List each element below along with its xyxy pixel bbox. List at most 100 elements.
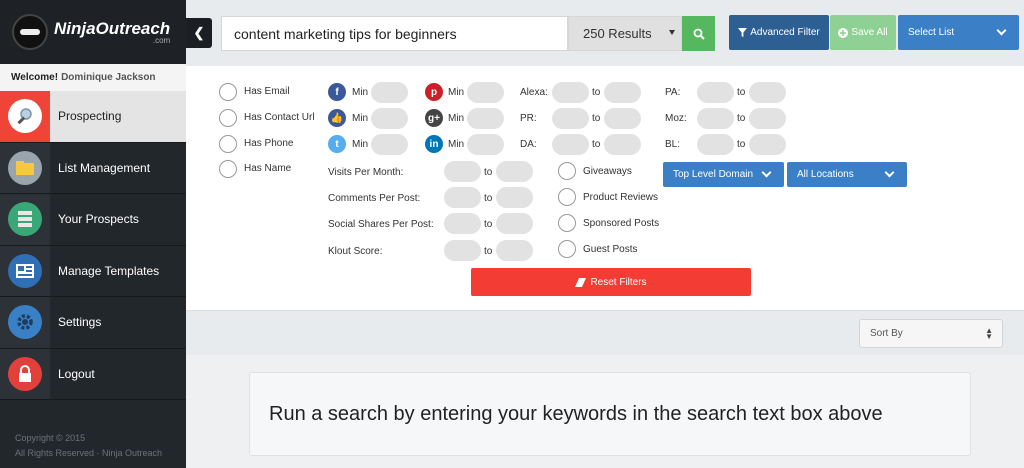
comments-min-input[interactable] [444, 187, 481, 208]
pa-min-input[interactable] [697, 82, 734, 103]
empty-state-message: Run a search by entering your keywords i… [249, 372, 971, 456]
magnifier-icon [8, 99, 42, 134]
logo[interactable]: NinjaOutreach .com [0, 0, 186, 64]
sponsored-posts-label: Sponsored Posts [583, 218, 660, 229]
guest-posts-radio[interactable] [558, 240, 576, 258]
reset-filters-button[interactable]: Reset Filters [471, 268, 751, 296]
twitter-min-input[interactable] [371, 134, 408, 155]
welcome-label: Welcome! [11, 72, 59, 83]
has-phone-radio[interactable] [219, 135, 237, 153]
sort-by-select[interactable]: Sort By ▲ ▼ [859, 319, 1003, 348]
shares-max-input[interactable] [496, 213, 533, 234]
shares-min-input[interactable] [444, 213, 481, 234]
sidebar-item-label: Prospecting [58, 109, 122, 124]
moz-label: Moz: [665, 113, 687, 124]
sidebar-item-label: Logout [58, 366, 95, 381]
caret-down-icon [669, 30, 675, 35]
advanced-filter-button[interactable]: Advanced Filter [729, 15, 829, 50]
facebook-likes-min-input[interactable] [371, 108, 408, 129]
ninja-logo-icon [12, 14, 48, 50]
sidebar-item-manage-templates[interactable]: Manage Templates [0, 245, 186, 297]
pr-label: PR: [520, 113, 537, 124]
save-all-button[interactable]: Save All [830, 15, 896, 50]
sidebar-item-logout[interactable]: Logout [0, 348, 186, 400]
has-contact-url-radio[interactable] [219, 109, 237, 127]
user-name: Dominique Jackson [61, 72, 156, 83]
pa-label: PA: [665, 87, 681, 98]
facebook-icon: f [328, 83, 346, 101]
sidebar-item-prospecting[interactable]: Prospecting [0, 91, 186, 143]
linkedin-icon: in [425, 135, 443, 153]
comments-max-input[interactable] [496, 187, 533, 208]
search-icon [693, 28, 705, 40]
giveaways-radio[interactable] [558, 162, 576, 180]
klout-min-input[interactable] [444, 240, 481, 261]
da-min-input[interactable] [552, 134, 589, 155]
logo-text: NinjaOutreach [54, 18, 171, 38]
klout-max-input[interactable] [496, 240, 533, 261]
bl-label: BL: [665, 139, 681, 150]
copyright: Copyright © 2015 All Rights Reserved · N… [15, 433, 163, 458]
gear-icon [8, 305, 42, 340]
bl-max-input[interactable] [749, 134, 786, 155]
da-max-input[interactable] [604, 134, 641, 155]
linkedin-min-input[interactable] [467, 134, 504, 155]
has-name-label: Has Name [244, 163, 292, 174]
moz-max-input[interactable] [749, 108, 786, 129]
welcome-bar: Welcome! Dominique Jackson [0, 64, 186, 91]
klout-label: Klout Score: [328, 246, 383, 257]
chevron-left-icon: ❮ [193, 25, 205, 40]
product-reviews-radio[interactable] [558, 188, 576, 206]
folder-icon [8, 150, 42, 185]
sidebar: NinjaOutreach .com Welcome! Dominique Ja… [0, 0, 186, 468]
top-level-domain-dropdown[interactable]: Top Level Domain [663, 162, 784, 187]
sidebar-item-label: Your Prospects [58, 212, 139, 227]
product-reviews-label: Product Reviews [583, 192, 659, 203]
giveaways-label: Giveaways [583, 166, 632, 177]
alexa-min-input[interactable] [552, 82, 589, 103]
database-icon [8, 202, 42, 237]
comments-label: Comments Per Post: [328, 193, 421, 204]
google-plus-icon: g+ [425, 109, 443, 127]
visits-max-input[interactable] [496, 161, 533, 182]
template-icon [8, 253, 42, 288]
bl-min-input[interactable] [697, 134, 734, 155]
pinterest-min-input[interactable] [467, 82, 504, 103]
has-name-radio[interactable] [219, 160, 237, 178]
pinterest-icon: p [425, 83, 443, 101]
sidebar-item-label: List Management [58, 160, 151, 175]
has-contact-url-label: Has Contact Url [244, 112, 315, 123]
sidebar-item-settings[interactable]: Settings [0, 297, 186, 349]
pr-max-input[interactable] [604, 108, 641, 129]
lock-icon [8, 356, 42, 391]
pr-min-input[interactable] [552, 108, 589, 129]
google-plus-min-input[interactable] [467, 108, 504, 129]
visits-min-input[interactable] [444, 161, 481, 182]
alexa-label: Alexa: [520, 87, 548, 98]
topbar: ❮ content marketing tips for beginners 2… [186, 0, 1024, 66]
sidebar-item-list-management[interactable]: List Management [0, 142, 186, 194]
results-count-select[interactable]: 250 Results [568, 16, 682, 51]
filter-panel: Has Email Has Contact Url Has Phone Has … [186, 66, 1024, 311]
sidebar-item-your-prospects[interactable]: Your Prospects [0, 194, 186, 246]
select-list-dropdown[interactable]: Select List [898, 15, 1019, 50]
search-input[interactable]: content marketing tips for beginners [221, 16, 568, 51]
sidebar-item-label: Settings [58, 315, 102, 330]
plus-circle-icon [838, 27, 849, 38]
facebook-like-icon: 👍 [328, 109, 346, 127]
sponsored-posts-radio[interactable] [558, 214, 576, 232]
sidebar-item-label: Manage Templates [58, 263, 160, 278]
chevron-down-icon [884, 167, 895, 178]
da-label: DA: [520, 139, 537, 150]
has-email-label: Has Email [244, 86, 290, 97]
has-phone-label: Has Phone [244, 138, 294, 149]
pa-max-input[interactable] [749, 82, 786, 103]
facebook-min-input[interactable] [371, 82, 408, 103]
alexa-max-input[interactable] [604, 82, 641, 103]
has-email-radio[interactable] [219, 83, 237, 101]
locations-dropdown[interactable]: All Locations [787, 162, 907, 187]
moz-min-input[interactable] [697, 108, 734, 129]
search-button[interactable] [682, 16, 715, 51]
collapse-sidebar-button[interactable]: ❮ [186, 18, 212, 48]
logo-subtext: .com [152, 35, 171, 45]
